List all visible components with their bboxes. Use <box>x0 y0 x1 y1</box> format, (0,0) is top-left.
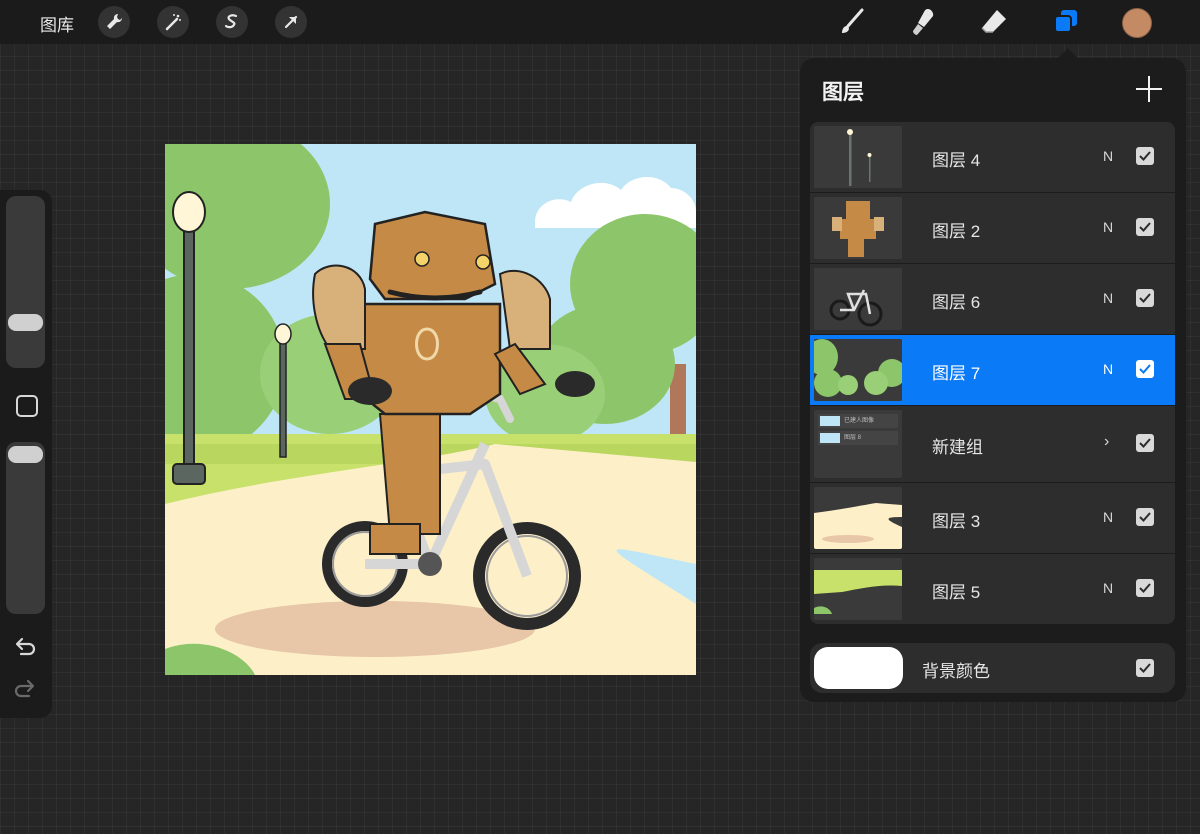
group-thumbnail: 已建人图像 图层 8 <box>814 410 902 478</box>
blend-mode-button[interactable]: N <box>1103 361 1113 377</box>
layer-thumbnail <box>814 126 902 188</box>
layer-row[interactable]: 图层 3 N <box>810 483 1175 553</box>
layer-list: 图层 4 N 图层 2 N 图层 6 N 图层 7 N 已建人图像 图层 8 新… <box>810 122 1175 625</box>
visibility-checkbox[interactable] <box>1136 218 1154 236</box>
layers-panel: 图层 图层 4 N 图层 2 N 图层 6 N 图层 7 N 已建人图像 图层 … <box>800 58 1186 702</box>
undo-icon[interactable] <box>13 636 37 663</box>
layer-name: 图层 7 <box>932 364 981 383</box>
layer-group-row[interactable]: 已建人图像 图层 8 新建组 › <box>810 406 1175 482</box>
group-name: 新建组 <box>932 438 983 457</box>
brush-size-slider[interactable] <box>6 196 45 368</box>
layer-row-selected[interactable]: 图层 7 N <box>810 335 1175 405</box>
background-label: 背景颜色 <box>922 662 990 681</box>
opacity-slider[interactable] <box>6 442 45 614</box>
smudge-icon[interactable] <box>908 6 940 38</box>
layer-thumbnail <box>814 339 902 401</box>
gallery-button[interactable]: 图库 <box>40 11 74 36</box>
blend-mode-button[interactable]: N <box>1103 290 1113 306</box>
magic-wand-icon[interactable] <box>157 6 189 38</box>
layer-name: 图层 3 <box>932 512 981 531</box>
opacity-thumb[interactable] <box>8 446 43 463</box>
robot-bike-illustration <box>165 144 696 675</box>
background-color-swatch[interactable] <box>814 647 903 689</box>
layer-row[interactable]: 图层 4 N <box>810 122 1175 192</box>
modify-button[interactable] <box>16 395 38 417</box>
chevron-right-icon[interactable]: › <box>1104 433 1109 451</box>
layer-name: 图层 5 <box>932 583 981 602</box>
blend-mode-button[interactable]: N <box>1103 580 1113 596</box>
visibility-checkbox[interactable] <box>1136 360 1154 378</box>
redo-icon[interactable] <box>13 678 37 705</box>
brush-size-thumb[interactable] <box>8 314 43 331</box>
layer-thumbnail <box>814 268 902 330</box>
visibility-checkbox[interactable] <box>1136 147 1154 165</box>
left-sidebar <box>0 190 52 718</box>
layer-name: 图层 2 <box>932 222 981 241</box>
wrench-icon[interactable] <box>98 6 130 38</box>
layer-row[interactable]: 图层 6 N <box>810 264 1175 334</box>
panel-title: 图层 <box>822 81 864 104</box>
transform-icon[interactable] <box>275 6 307 38</box>
visibility-checkbox[interactable] <box>1136 659 1154 677</box>
layer-thumbnail <box>814 487 902 549</box>
blend-mode-button[interactable]: N <box>1103 219 1113 235</box>
brush-icon[interactable] <box>836 6 868 38</box>
layer-row[interactable]: 图层 5 N <box>810 554 1175 624</box>
visibility-checkbox[interactable] <box>1136 289 1154 307</box>
panel-caret <box>1058 48 1078 58</box>
layer-name: 图层 6 <box>932 293 981 312</box>
layer-thumbnail <box>814 197 902 259</box>
visibility-checkbox[interactable] <box>1136 579 1154 597</box>
blend-mode-button[interactable]: N <box>1103 509 1113 525</box>
selection-icon[interactable] <box>216 6 248 38</box>
visibility-checkbox[interactable] <box>1136 508 1154 526</box>
drawing-canvas[interactable] <box>165 144 696 675</box>
group-thumb-row: 已建人图像 <box>818 414 898 428</box>
layer-name: 图层 4 <box>932 151 981 170</box>
background-color-row[interactable]: 背景颜色 <box>810 643 1175 693</box>
visibility-checkbox[interactable] <box>1136 434 1154 452</box>
layers-icon[interactable] <box>1050 6 1082 38</box>
layer-row[interactable]: 图层 2 N <box>810 193 1175 263</box>
color-swatch[interactable] <box>1122 8 1152 38</box>
group-thumb-row: 图层 8 <box>818 431 898 445</box>
eraser-icon[interactable] <box>978 6 1010 38</box>
blend-mode-button[interactable]: N <box>1103 148 1113 164</box>
layer-thumbnail <box>814 558 902 620</box>
add-layer-button[interactable] <box>1136 76 1162 102</box>
top-toolbar: 图库 <box>0 0 1200 44</box>
